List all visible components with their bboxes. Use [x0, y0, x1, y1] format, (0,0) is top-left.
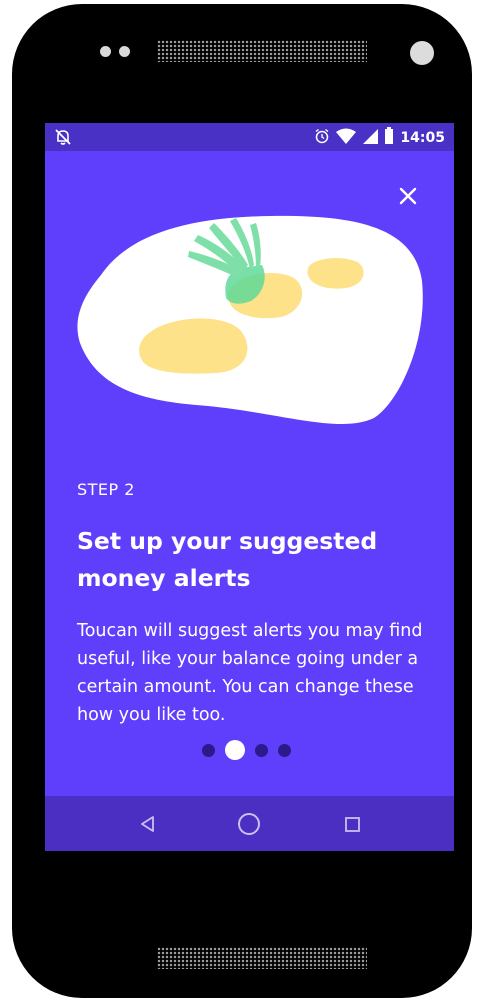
- status-bar: 14:05: [45, 123, 454, 151]
- earpiece-speaker: [157, 40, 367, 62]
- back-button[interactable]: [137, 813, 159, 835]
- cell-signal-icon: [362, 128, 379, 148]
- page-dot-2-active[interactable]: [225, 740, 245, 760]
- front-camera: [410, 41, 434, 65]
- page-dot-3[interactable]: [255, 743, 268, 757]
- bottom-speaker: [157, 947, 367, 969]
- close-button[interactable]: [397, 185, 419, 207]
- page-dot-4[interactable]: [278, 743, 291, 757]
- navigation-bar: [45, 796, 454, 851]
- alarm-icon: [314, 128, 330, 148]
- recents-button[interactable]: [341, 813, 363, 835]
- step-label: STEP 2: [77, 480, 135, 499]
- step-description: Toucan will suggest alerts you may find …: [77, 621, 423, 725]
- screen: 14:05 STEP 2 Set up your suggested money…: [45, 123, 454, 851]
- battery-icon: [384, 127, 394, 148]
- home-button[interactable]: [236, 811, 262, 837]
- sensor-dots: [100, 46, 130, 57]
- recents-icon: [345, 817, 360, 832]
- close-icon: [399, 187, 417, 205]
- status-time: 14:05: [400, 129, 445, 146]
- step-illustration: [77, 215, 423, 424]
- page-dot-1[interactable]: [202, 743, 215, 757]
- page-indicator: [202, 740, 291, 760]
- home-icon: [238, 813, 260, 835]
- page-title: Set up your suggested money alerts: [77, 527, 378, 592]
- back-icon: [141, 816, 154, 832]
- notifications-off-icon: [54, 128, 72, 150]
- wifi-icon: [336, 128, 357, 148]
- coin-small: [307, 258, 364, 289]
- illustration-blob: [77, 215, 423, 424]
